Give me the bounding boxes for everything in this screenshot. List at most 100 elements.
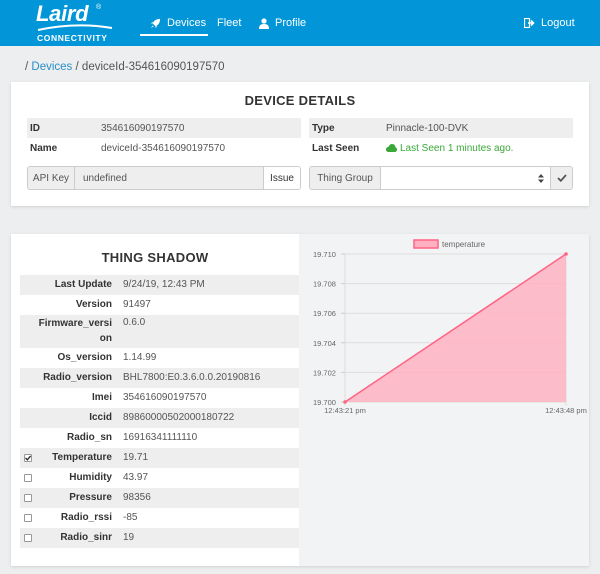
shadow-value: 43.97 [123,472,149,483]
shadow-row-temperature: Temperature 19.71 [20,448,299,468]
shadow-row-radio-sn: Radio_sn 16916341111110 [20,428,299,448]
y-tick-label: 19.704 [313,339,336,348]
shadow-key: Imei [91,392,112,403]
shadow-value: 354616090197570 [123,392,207,403]
y-tick-label: 19.708 [313,280,336,289]
shadow-row-radio-rssi: Radio_rssi -85 [20,508,299,528]
shadow-value: 9/24/19, 12:43 PM [123,279,205,290]
legend-label: temperature [442,240,486,249]
thing-group-select[interactable] [381,167,550,189]
rocket-icon [150,18,161,29]
shadow-row-firmware-versi: Firmware_versi on 0.6.0 [20,315,299,348]
shadow-key: Radio_version [43,372,112,383]
shadow-key: Humidity [69,472,112,483]
nav-active-underline [140,34,208,36]
logout-button[interactable]: Logout [524,0,575,46]
name-label: Name [30,142,58,154]
shadow-key: Last Update [54,279,112,290]
id-row: ID 354616090197570 [27,118,301,138]
shadow-row-last update: Last Update 9/24/19, 12:43 PM [20,275,299,295]
last-seen-label: Last Seen [312,142,360,154]
logout-label: Logout [541,17,575,29]
shadow-row-version: Version 91497 [20,295,299,315]
shadow-row-radio-sinr: Radio_sinr 19 [20,528,299,548]
laird-logo[interactable]: Laird ® CONNECTIVITY [36,1,126,45]
legend-swatch[interactable] [413,239,439,249]
check-icon [556,174,567,182]
shadow-value: 16916341111110 [123,432,198,443]
sign-out-icon [524,18,535,28]
shadow-row-imei: Imei 354616090197570 [20,388,299,408]
shadow-checkbox[interactable] [24,494,32,502]
shadow-key: Version [75,299,112,310]
name-value: deviceId-354616090197570 [101,142,225,154]
y-tick-label: 19.702 [313,368,336,377]
shadow-value: 1.14.99 [123,352,157,363]
issue-button[interactable]: Issue [263,167,300,189]
temperature-point[interactable] [343,400,347,404]
x-tick-label: 12:43:48 pm [545,406,587,415]
shadow-row-humidity: Humidity 43.97 [20,468,299,488]
api-key-label: API Key [28,167,75,189]
type-row: Type Pinnacle-100-DVK [309,118,573,138]
shadow-key: Radio_sinr [60,532,112,543]
api-key-input[interactable]: undefined [75,167,263,189]
type-value: Pinnacle-100-DVK [386,122,469,134]
temperature-chart-panel: temperature 19.700 19.702 19.704 19.706 19.7… [299,234,589,566]
shadow-value: 19.71 [123,452,149,463]
last-seen-text: Last Seen 1 minutes ago. [400,142,514,154]
device-details-card: DEVICE DETAILS ID 354616090197570 Name d… [11,82,589,206]
y-tick-label: 19.706 [313,309,336,318]
shadow-key: Radio_sn [66,432,112,443]
breadcrumb-separator: / [25,61,29,73]
nav-devices-label: Devices [167,17,207,29]
thing-shadow-table: THING SHADOW Last Update 9/24/19, 12:43 P… [11,234,299,566]
breadcrumb: / Devices / deviceId-354616090197570 [25,61,225,73]
shadow-row-iccid: Iccid 89860000502000180722 [20,408,299,428]
nav-fleet[interactable]: Fleet [217,0,241,46]
temperature-point[interactable] [564,252,568,256]
shadow-value: -85 [123,512,138,523]
shadow-checkbox[interactable] [24,534,32,542]
shadow-key: Pressure [69,492,112,503]
shadow-checkbox[interactable] [24,514,32,522]
last-seen-value: Last Seen 1 minutes ago. [386,143,513,154]
thing-group-label: Thing Group [310,167,381,189]
shadow-row-pressure: Pressure 98356 [20,488,299,508]
thing-shadow-title: THING SHADOW [101,250,209,265]
name-row: Name deviceId-354616090197570 [27,138,301,158]
shadow-value: 91497 [123,299,151,310]
last-seen-row: Last Seen Last Seen 1 minutes ago. [309,138,573,158]
shadow-key: Iccid [89,412,112,423]
shadow-key: Os_version [57,352,112,363]
shadow-key: Firmware_versi on [39,316,112,346]
type-label: Type [312,122,335,134]
shadow-value: 0.6.0 [123,317,146,328]
shadow-value: BHL7800:E0.3.6.0.0.20190816 [123,372,261,383]
id-label: ID [30,122,40,134]
logo-subtitle: CONNECTIVITY [37,33,108,43]
logo-swoosh-icon [37,24,113,31]
y-tick-label: 19.710 [313,250,336,259]
logo-registered-mark: ® [96,4,102,11]
thing-group-group: Thing Group [309,166,573,190]
breadcrumb-devices-link[interactable]: Devices [31,61,72,73]
nav-fleet-label: Fleet [217,17,242,29]
api-key-group: API Key undefined Issue [27,166,301,190]
shadow-value: 98356 [123,492,151,503]
nav-profile[interactable]: Profile [259,0,306,46]
shadow-key: Radio_rssi [60,512,112,523]
nav-profile-label: Profile [275,17,307,29]
shadow-checkbox[interactable] [24,474,32,482]
shadow-row-os-version: Os_version 1.14.99 [20,348,299,368]
shadow-value: 89860000502000180722 [123,412,235,423]
temperature-chart: temperature 19.70019.70219.70419.70619.7… [313,239,587,415]
shadow-checkbox[interactable] [24,454,32,462]
nav-devices[interactable]: Devices [150,0,206,46]
shadow-value: 19 [123,532,135,543]
user-icon [259,17,269,29]
device-details-title: DEVICE DETAILS [244,93,356,108]
shadow-key: Temperature [52,452,112,463]
thing-group-confirm-button[interactable] [550,167,572,189]
shadow-key-line1: Firmware_versi [38,318,112,329]
